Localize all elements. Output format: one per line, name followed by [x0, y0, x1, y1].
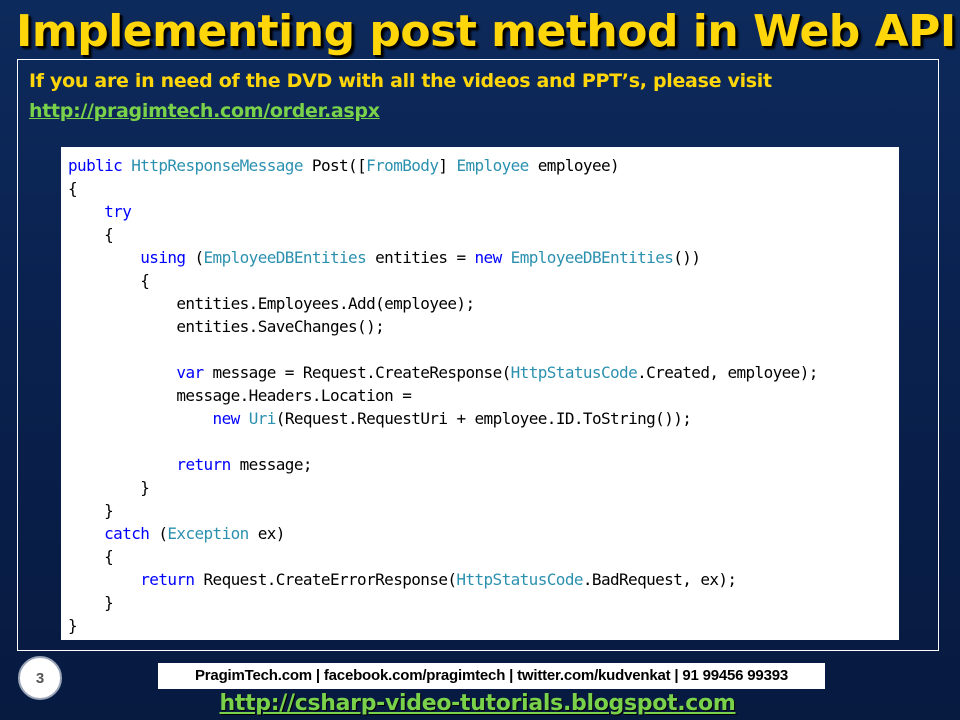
code-line: } — [68, 614, 899, 637]
code-keyword: return — [176, 455, 231, 474]
page-number: 3 — [35, 669, 45, 687]
code-keyword: try — [104, 202, 132, 221]
code-line: message.Headers.Location = — [68, 384, 899, 407]
code-text: } — [68, 593, 114, 612]
code-text: Post([ — [302, 156, 367, 175]
code-line: try — [68, 200, 899, 223]
code-type: Exception — [167, 524, 249, 543]
code-line: return Request.CreateErrorResponse(HttpS… — [68, 568, 899, 591]
code-text: .Created, employee); — [637, 363, 818, 382]
code-text: ( — [149, 524, 168, 543]
code-line: } — [68, 591, 899, 614]
code-text: { — [68, 179, 78, 198]
slide-title: Implementing post method in Web API — [16, 6, 956, 57]
code-line: return message; — [68, 453, 899, 476]
code-text: entities.SaveChanges(); — [68, 317, 385, 336]
code-text: ()) — [673, 248, 701, 267]
code-type: EmployeeDBEntities — [203, 248, 367, 267]
code-text: Request.CreateErrorResponse( — [194, 570, 458, 589]
code-text: { — [68, 547, 114, 566]
code-line: new Uri(Request.RequestUri + employee.ID… — [68, 407, 899, 430]
code-text: ] — [438, 156, 457, 175]
code-keyword: using — [140, 248, 186, 267]
code-type: HttpStatusCode — [456, 570, 583, 589]
code-text: message = Request.CreateResponse( — [203, 363, 512, 382]
dvd-note: If you are in need of the DVD with all t… — [29, 70, 772, 92]
code-line: using (EmployeeDBEntities entities = new… — [68, 246, 899, 269]
code-text: message; — [230, 455, 313, 474]
code-keyword: new — [474, 248, 503, 267]
code-keyword: return — [140, 570, 195, 589]
code-type: HttpResponseMessage — [131, 156, 303, 175]
code-panel: public HttpResponseMessage Post([FromBod… — [61, 147, 899, 640]
code-text: entities = — [366, 248, 475, 267]
code-line: { — [68, 545, 899, 568]
code-type: FromBody — [366, 156, 439, 175]
order-link[interactable]: http://pragimtech.com/order.aspx — [29, 98, 380, 124]
code-text: } — [68, 501, 114, 520]
code-line: { — [68, 177, 899, 200]
code-line: } — [68, 476, 899, 499]
code-text: entities.Employees.Add(employee); — [68, 294, 475, 313]
code-keyword: public — [68, 156, 123, 175]
code-keyword: catch — [104, 524, 150, 543]
code-keyword: var — [176, 363, 204, 382]
code-type: EmployeeDBEntities — [510, 248, 674, 267]
code-line: entities.SaveChanges(); — [68, 315, 899, 338]
code-text: { — [68, 271, 150, 290]
footer-blog-link[interactable]: http://csharp-video-tutorials.blogspot.c… — [0, 690, 955, 718]
code-line: var message = Request.CreateResponse(Htt… — [68, 361, 899, 384]
code-line: public HttpResponseMessage Post([FromBod… — [68, 154, 899, 177]
code-type: Uri — [248, 409, 277, 428]
code-line: entities.Employees.Add(employee); — [68, 292, 899, 315]
code-text: ( — [185, 248, 204, 267]
code-text: { — [68, 225, 114, 244]
code-line: { — [68, 223, 899, 246]
footer-contacts: PragimTech.com | facebook.com/pragimtech… — [158, 663, 825, 689]
code-line: } — [68, 499, 899, 522]
code-text: } — [68, 478, 150, 497]
code-line: catch (Exception ex) — [68, 522, 899, 545]
code-text: .BadRequest, ex); — [582, 570, 737, 589]
code-text: employee) — [528, 156, 620, 175]
code-line: { — [68, 269, 899, 292]
code-type: HttpStatusCode — [510, 363, 638, 382]
code-text: message.Headers.Location = — [68, 386, 412, 405]
code-keyword: new — [212, 409, 241, 428]
code-text: ex) — [248, 524, 286, 543]
code-type: Employee — [456, 156, 529, 175]
code-text: (Request.RequestUri + employee.ID.ToStri… — [275, 409, 692, 428]
code-text: } — [68, 616, 78, 635]
